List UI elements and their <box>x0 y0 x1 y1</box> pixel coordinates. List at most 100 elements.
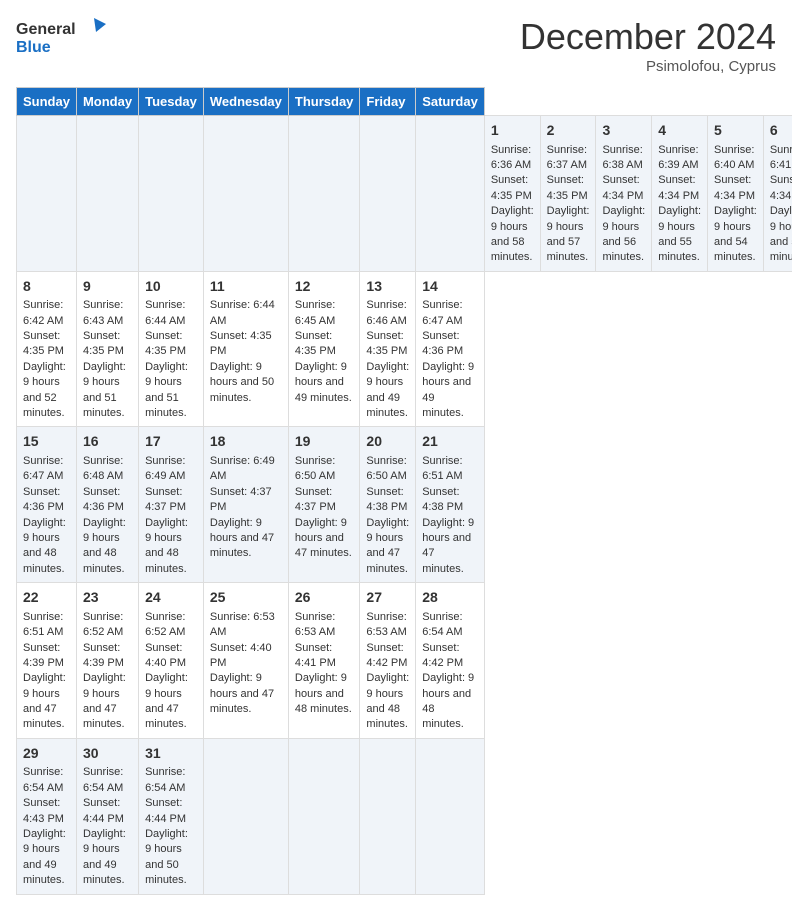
sunset-text: Sunset: 4:39 PM <box>23 642 64 669</box>
sunset-text: Sunset: 4:44 PM <box>145 797 186 824</box>
calendar-header-row: SundayMondayTuesdayWednesdayThursdayFrid… <box>17 88 792 116</box>
calendar-cell: 11Sunrise: 6:44 AMSunset: 4:35 PMDayligh… <box>203 271 288 427</box>
daylight-text: Daylight: 9 hours and 49 minutes. <box>366 361 409 419</box>
day-number: 28 <box>422 588 478 608</box>
daylight-text: Daylight: 9 hours and 50 minutes. <box>145 828 188 886</box>
day-number: 27 <box>366 588 409 608</box>
daylight-text: Daylight: 9 hours and 51 minutes. <box>145 361 188 419</box>
sunset-text: Sunset: 4:39 PM <box>83 642 124 669</box>
calendar-cell: 29Sunrise: 6:54 AMSunset: 4:43 PMDayligh… <box>17 738 77 894</box>
sunset-text: Sunset: 4:35 PM <box>366 330 407 357</box>
calendar-cell: 5Sunrise: 6:40 AMSunset: 4:34 PMDaylight… <box>708 116 764 272</box>
sunrise-text: Sunrise: 6:41 AM <box>770 144 792 171</box>
daylight-text: Daylight: 9 hours and 58 minutes. <box>491 205 534 263</box>
calendar-cell: 30Sunrise: 6:54 AM Sunset: 4:44 PM Dayligh… <box>76 738 138 894</box>
sunset-text: Sunset: 4:44 PM <box>83 797 124 824</box>
calendar-cell: 31Sunrise: 6:54 AM Sunset: 4:44 PM Dayligh… <box>139 738 204 894</box>
logo: General Blue <box>16 16 106 60</box>
daylight-text: Daylight: 9 hours and 48 minutes. <box>145 517 188 575</box>
daylight-text: Daylight: 9 hours and 48 minutes. <box>295 672 352 715</box>
day-number: 16 <box>83 432 132 452</box>
daylight-text: Daylight: 9 hours and 49 minutes. <box>83 828 126 886</box>
day-number: 4 <box>658 121 701 141</box>
sunrise-text: Sunrise: 6:48 AM <box>83 455 123 482</box>
calendar-cell <box>288 116 360 272</box>
daylight-text: Daylight: 9 hours and 47 minutes. <box>210 672 274 715</box>
sunset-text: Sunset: 4:36 PM <box>83 486 124 513</box>
day-header-friday: Friday <box>360 88 416 116</box>
sunrise-text: Sunrise: 6:46 AM <box>366 299 406 326</box>
calendar-cell: 26Sunrise: 6:53 AMSunset: 4:41 PMDayligh… <box>288 583 360 739</box>
sunrise-text: Sunrise: 6:52 AM <box>145 611 185 638</box>
sunset-text: Sunset: 4:37 PM <box>145 486 186 513</box>
day-number: 31 <box>145 744 197 764</box>
calendar-cell: 25Sunrise: 6:53 AMSunset: 4:40 PMDayligh… <box>203 583 288 739</box>
calendar-cell: 4Sunrise: 6:39 AMSunset: 4:34 PMDaylight… <box>652 116 708 272</box>
calendar-cell <box>203 116 288 272</box>
sunset-text: Sunset: 4:35 PM <box>491 174 532 201</box>
day-number: 2 <box>547 121 590 141</box>
sunset-text: Sunset: 4:35 PM <box>210 330 272 357</box>
daylight-text: Daylight: 9 hours and 53 minutes. <box>770 205 792 263</box>
day-header-saturday: Saturday <box>416 88 485 116</box>
sunset-text: Sunset: 4:36 PM <box>422 330 463 357</box>
sunset-text: Sunset: 4:38 PM <box>366 486 407 513</box>
calendar-cell: 10Sunrise: 6:44 AMSunset: 4:35 PMDayligh… <box>139 271 204 427</box>
day-number: 3 <box>602 121 645 141</box>
daylight-text: Daylight: 9 hours and 51 minutes. <box>83 361 126 419</box>
day-number: 17 <box>145 432 197 452</box>
daylight-text: Daylight: 9 hours and 47 minutes. <box>23 672 66 730</box>
svg-text:Blue: Blue <box>16 39 51 56</box>
calendar-cell <box>139 116 204 272</box>
daylight-text: Daylight: 9 hours and 47 minutes. <box>366 517 409 575</box>
calendar-cell: 8Sunrise: 6:42 AMSunset: 4:35 PMDaylight… <box>17 271 77 427</box>
sunrise-text: Sunrise: 6:49 AM <box>210 455 275 482</box>
calendar-cell <box>360 116 416 272</box>
calendar-cell: 6Sunrise: 6:41 AMSunset: 4:34 PMDaylight… <box>763 116 792 272</box>
calendar-table: SundayMondayTuesdayWednesdayThursdayFrid… <box>16 87 792 895</box>
day-number: 6 <box>770 121 792 141</box>
sunset-text: Sunset: 4:37 PM <box>295 486 336 513</box>
sunrise-text: Sunrise: 6:54 AM <box>145 766 185 793</box>
daylight-text: Daylight: 9 hours and 52 minutes. <box>23 361 66 419</box>
day-number: 25 <box>210 588 282 608</box>
calendar-cell: 17Sunrise: 6:49 AMSunset: 4:37 PMDayligh… <box>139 427 204 583</box>
calendar-week-row: 22Sunrise: 6:51 AMSunset: 4:39 PMDayligh… <box>17 583 792 739</box>
calendar-cell <box>360 738 416 894</box>
calendar-cell <box>17 116 77 272</box>
daylight-text: Daylight: 9 hours and 47 minutes. <box>145 672 188 730</box>
daylight-text: Daylight: 9 hours and 49 minutes. <box>23 828 66 886</box>
sunrise-text: Sunrise: 6:52 AM <box>83 611 123 638</box>
sunrise-text: Sunrise: 6:51 AM <box>422 455 462 482</box>
daylight-text: Daylight: 9 hours and 56 minutes. <box>602 205 645 263</box>
sunset-text: Sunset: 4:37 PM <box>210 486 272 513</box>
day-number: 30 <box>83 744 132 764</box>
sunrise-text: Sunrise: 6:37 AM <box>547 144 587 171</box>
sunrise-text: Sunrise: 6:39 AM <box>658 144 698 171</box>
day-header-tuesday: Tuesday <box>139 88 204 116</box>
sunrise-text: Sunrise: 6:53 AM <box>366 611 406 638</box>
calendar-cell <box>416 116 485 272</box>
calendar-cell: 12Sunrise: 6:45 AMSunset: 4:35 PMDayligh… <box>288 271 360 427</box>
sunrise-text: Sunrise: 6:53 AM <box>295 611 335 638</box>
day-number: 1 <box>491 121 534 141</box>
sunset-text: Sunset: 4:40 PM <box>210 642 272 669</box>
sunrise-text: Sunrise: 6:54 AM <box>83 766 123 793</box>
calendar-cell: 14Sunrise: 6:47 AMSunset: 4:36 PMDayligh… <box>416 271 485 427</box>
day-header-monday: Monday <box>76 88 138 116</box>
daylight-text: Daylight: 9 hours and 47 minutes. <box>83 672 126 730</box>
sunrise-text: Sunrise: 6:44 AM <box>145 299 185 326</box>
sunset-text: Sunset: 4:35 PM <box>547 174 588 201</box>
daylight-text: Daylight: 9 hours and 48 minutes. <box>83 517 126 575</box>
sunset-text: Sunset: 4:35 PM <box>83 330 124 357</box>
day-number: 19 <box>295 432 354 452</box>
sunset-text: Sunset: 4:35 PM <box>23 330 64 357</box>
sunrise-text: Sunrise: 6:47 AM <box>23 455 63 482</box>
daylight-text: Daylight: 9 hours and 48 minutes. <box>422 672 474 730</box>
calendar-cell: 2Sunrise: 6:37 AMSunset: 4:35 PMDaylight… <box>540 116 596 272</box>
sunrise-text: Sunrise: 6:54 AM <box>422 611 462 638</box>
sunset-text: Sunset: 4:36 PM <box>23 486 64 513</box>
calendar-week-row: 15Sunrise: 6:47 AMSunset: 4:36 PMDayligh… <box>17 427 792 583</box>
day-number: 12 <box>295 277 354 297</box>
sunrise-text: Sunrise: 6:47 AM <box>422 299 462 326</box>
